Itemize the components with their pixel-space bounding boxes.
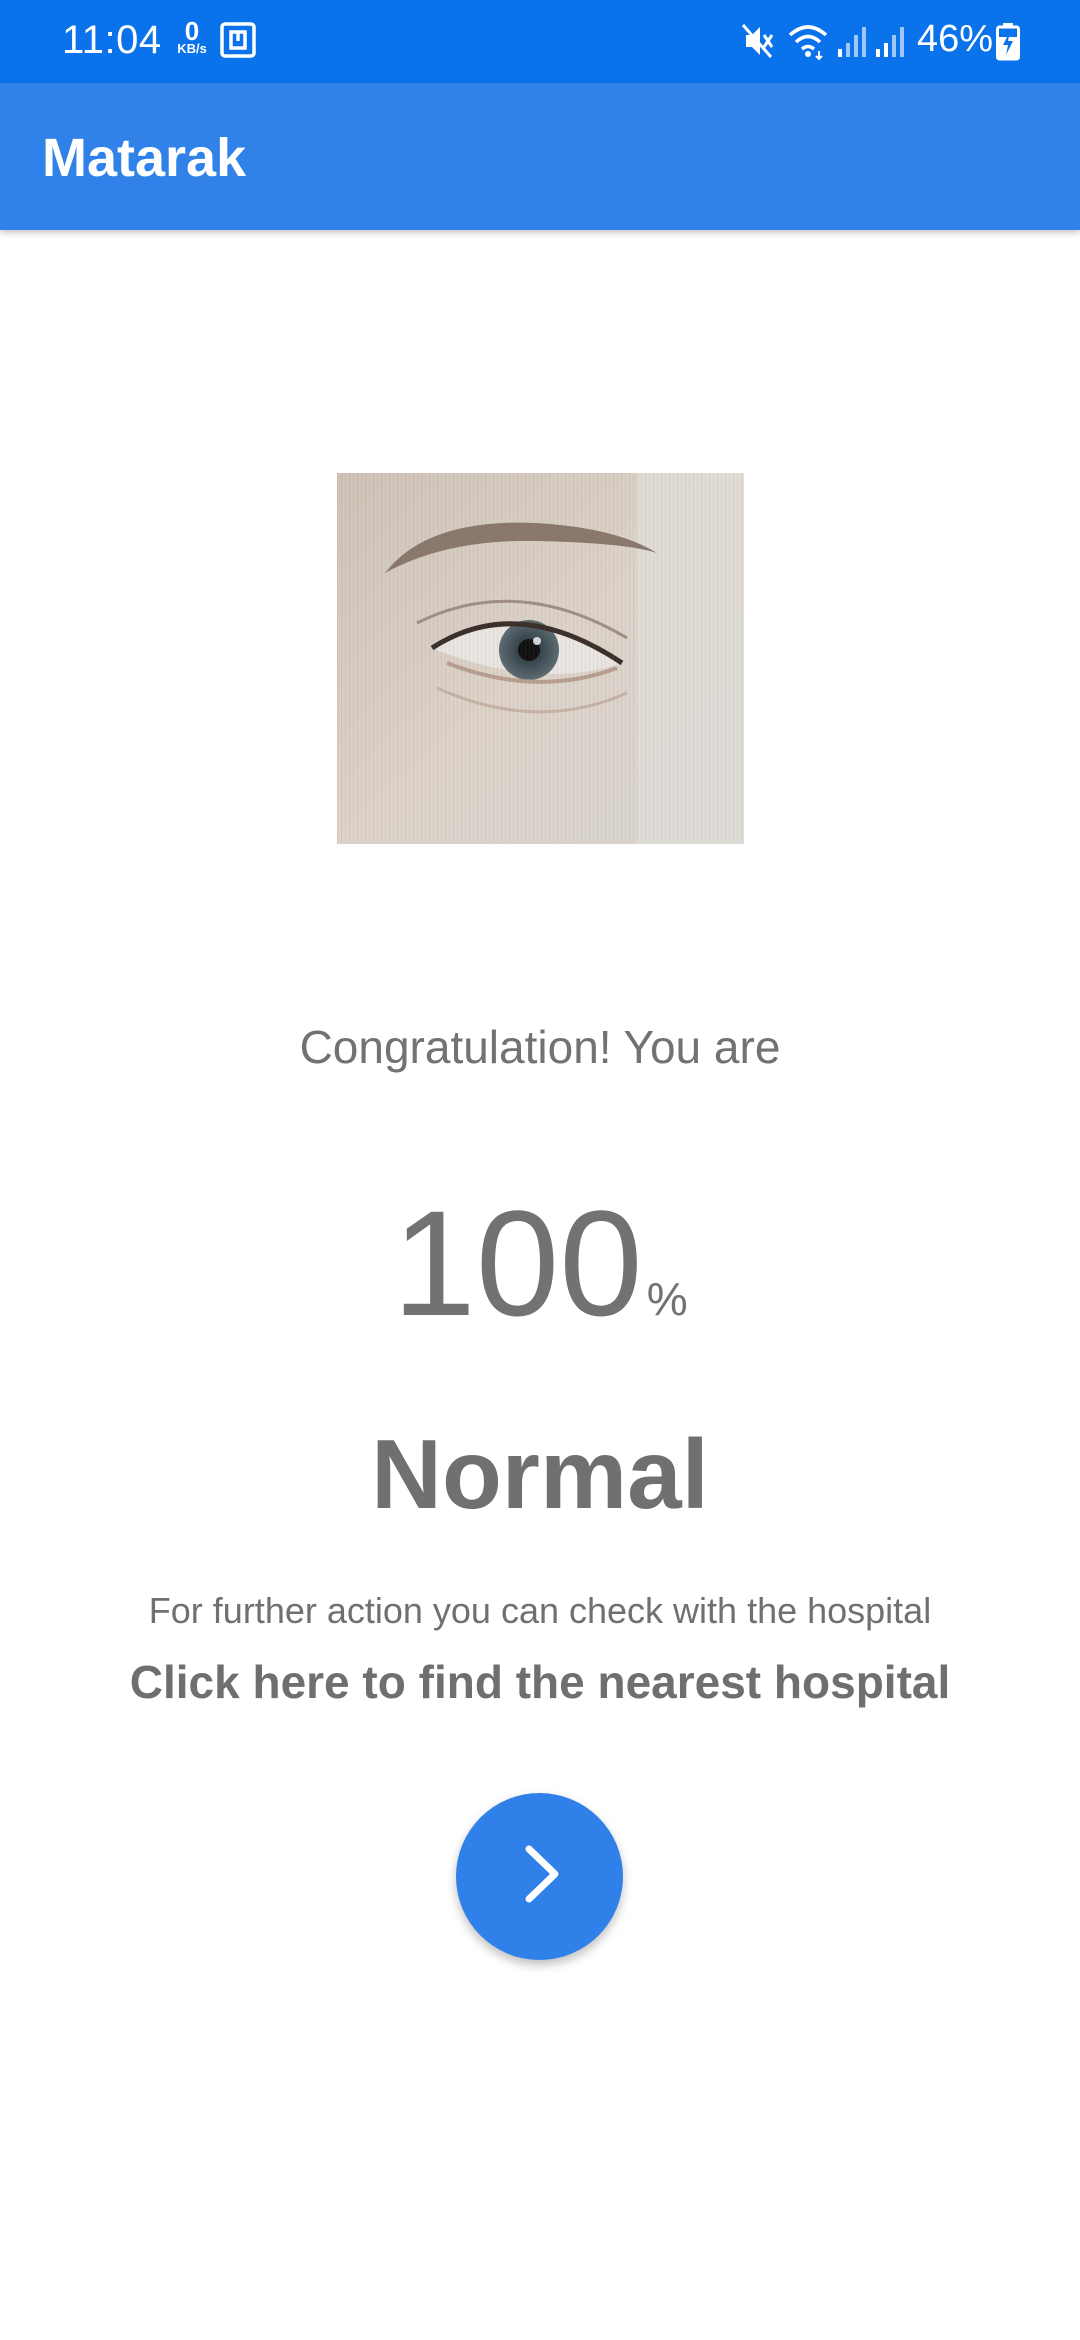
- wifi-icon: [786, 21, 830, 61]
- signal-icon-2: [874, 21, 906, 61]
- battery-charging-icon: [996, 23, 1020, 66]
- app-bar: Matarak: [0, 83, 1080, 230]
- signal-icon-1: [836, 21, 868, 61]
- network-speed: 0 KB/s: [170, 18, 214, 64]
- status-time: 11:04: [62, 18, 162, 62]
- nfc-icon: [220, 22, 256, 63]
- network-speed-unit: KB/s: [177, 41, 207, 56]
- percent-value: 100: [392, 1179, 643, 1347]
- percent-sign: %: [646, 1273, 688, 1325]
- percent-display: 100%: [0, 1178, 1080, 1348]
- app-title: Matarak: [42, 128, 247, 188]
- congrats-text: Congratulation! You are: [299, 1021, 781, 1073]
- battery-percent: 46%: [917, 18, 994, 60]
- further-action-text: For further action you can check with th…: [148, 1590, 932, 1631]
- result-status: Normal: [371, 1419, 709, 1529]
- eye-photo: [337, 473, 744, 844]
- find-hospital-link[interactable]: Click here to find the nearest hospital: [0, 1655, 1080, 1709]
- chevron-right-icon: [505, 1839, 575, 1914]
- status-icons: [740, 18, 906, 64]
- mute-icon: [740, 21, 774, 61]
- status-bar: 11:04 0 KB/s 46%: [0, 0, 1080, 83]
- next-button[interactable]: [456, 1793, 623, 1960]
